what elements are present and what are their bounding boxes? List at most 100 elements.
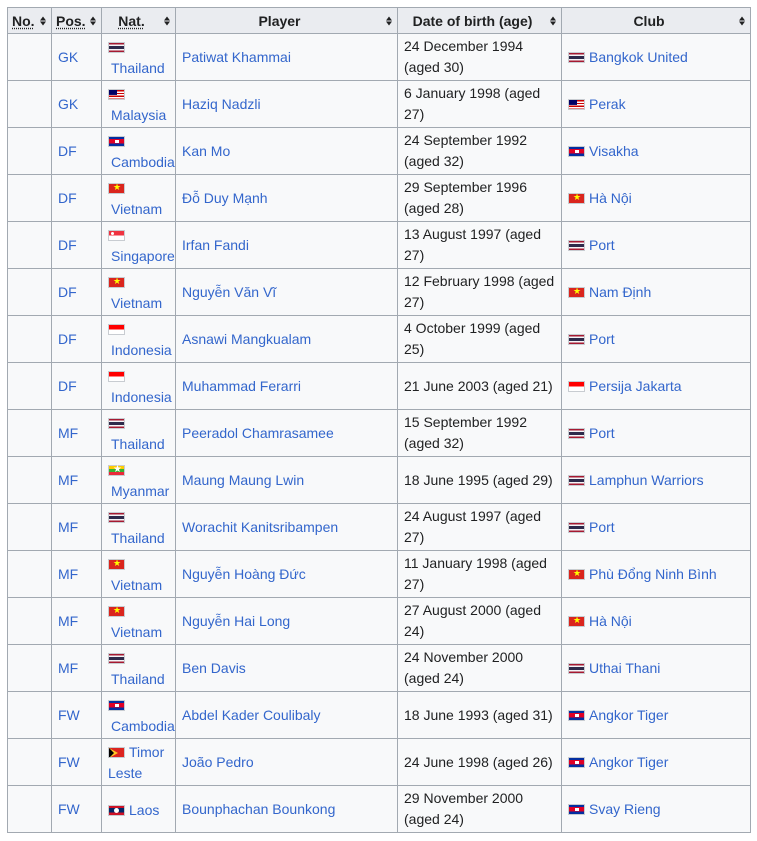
club-link[interactable]: Persija Jakarta [589,378,682,394]
col-header-player[interactable]: Player [175,7,398,34]
nationality-link[interactable]: Indonesia [111,389,172,405]
player-link[interactable]: Nguyễn Văn Vĩ [182,284,276,300]
position-cell[interactable]: MF [51,550,102,598]
player-link[interactable]: Đỗ Duy Mạnh [182,190,268,206]
indonesia-flag-icon[interactable] [108,371,125,382]
club-link[interactable]: Phù Đổng Ninh Bình [589,566,717,582]
player-link[interactable]: Worachit Kanitsribampen [182,519,338,535]
nationality-link[interactable]: Malaysia [111,107,166,123]
indonesia-flag-icon[interactable] [568,380,585,392]
player-link[interactable]: Bounphachan Bounkong [182,801,335,817]
position-cell[interactable]: DF [51,315,102,363]
nationality-link[interactable]: Singapore [111,248,175,264]
position-link[interactable]: DF [58,190,77,206]
position-link[interactable]: MF [58,566,78,582]
thailand-flag-icon[interactable] [568,521,585,533]
cambodia-flag-icon[interactable] [568,803,585,815]
myanmar-flag-icon[interactable] [108,462,125,478]
position-link[interactable]: FW [58,754,80,770]
club-link[interactable]: Perak [589,96,626,112]
vietnam-flag-icon[interactable] [108,556,125,570]
player-link[interactable]: Maung Maung Lwin [182,472,304,488]
player-link[interactable]: Nguyễn Hoàng Đức [182,566,306,582]
position-cell[interactable]: FW [51,785,102,833]
position-link[interactable]: MF [58,472,78,488]
position-cell[interactable]: GK [51,33,102,81]
vietnam-flag-icon[interactable] [108,274,125,288]
nationality-link[interactable]: Vietnam [111,201,162,217]
vietnam-flag-icon[interactable] [568,566,585,580]
position-cell[interactable]: FW [51,691,102,739]
club-link[interactable]: Hà Nội [589,190,632,206]
position-cell[interactable]: MF [51,409,102,457]
position-cell[interactable]: DF [51,221,102,269]
timor-flag-icon[interactable] [108,747,125,758]
position-link[interactable]: DF [58,331,77,347]
nationality-link[interactable]: Vietnam [111,624,162,640]
col-header-nat[interactable]: Nat. [101,7,176,34]
nationality-link[interactable]: Myanmar [111,483,169,499]
club-link[interactable]: Nam Định [589,284,651,300]
position-link[interactable]: DF [58,237,77,253]
club-link[interactable]: Bangkok United [589,49,688,65]
nationality-link[interactable]: Vietnam [111,295,162,311]
thailand-flag-icon[interactable] [568,474,585,486]
laos-flag-icon[interactable] [108,804,125,816]
club-link[interactable]: Port [589,237,615,253]
thailand-flag-icon[interactable] [108,418,125,429]
nationality-link[interactable]: Thailand [111,436,165,452]
malaysia-flag-icon[interactable] [108,89,125,100]
position-link[interactable]: MF [58,519,78,535]
position-cell[interactable]: MF [51,597,102,645]
player-link[interactable]: Peeradol Chamrasamee [182,425,334,441]
col-header-dob[interactable]: Date of birth (age) [397,7,562,34]
club-link[interactable]: Lamphun Warriors [589,472,704,488]
position-link[interactable]: DF [58,143,77,159]
player-link[interactable]: Abdel Kader Coulibaly [182,707,321,723]
position-link[interactable]: GK [58,96,78,112]
vietnam-flag-icon[interactable] [568,613,585,627]
thailand-flag-icon[interactable] [568,662,585,674]
club-link[interactable]: Angkor Tiger [589,707,668,723]
position-cell[interactable]: GK [51,80,102,128]
vietnam-flag-icon[interactable] [568,284,585,298]
cambodia-flag-icon[interactable] [568,756,585,768]
thailand-flag-icon[interactable] [568,427,585,439]
club-link[interactable]: Uthai Thani [589,660,660,676]
club-link[interactable]: Port [589,331,615,347]
position-link[interactable]: MF [58,425,78,441]
position-cell[interactable]: DF [51,127,102,175]
position-link[interactable]: MF [58,660,78,676]
thailand-flag-icon[interactable] [568,239,585,251]
nationality-link[interactable]: Thailand [111,530,165,546]
col-header-pos[interactable]: Pos. [51,7,102,34]
position-cell[interactable]: MF [51,456,102,504]
nationality-link[interactable]: Thailand [111,60,165,76]
player-link[interactable]: João Pedro [182,754,254,770]
thailand-flag-icon[interactable] [108,512,125,523]
sort-icon[interactable] [90,16,96,25]
player-link[interactable]: Ben Davis [182,660,246,676]
club-link[interactable]: Port [589,519,615,535]
cambodia-flag-icon[interactable] [108,700,125,711]
sort-icon[interactable] [550,16,556,25]
cambodia-flag-icon[interactable] [568,145,585,157]
club-link[interactable]: Hà Nội [589,613,632,629]
club-link[interactable]: Port [589,425,615,441]
cambodia-flag-icon[interactable] [568,709,585,721]
position-link[interactable]: DF [58,284,77,300]
thailand-flag-icon[interactable] [108,653,125,664]
sort-icon[interactable] [386,16,392,25]
club-link[interactable]: Visakha [589,143,639,159]
player-link[interactable]: Patiwat Khammai [182,49,291,65]
position-link[interactable]: FW [58,707,80,723]
nationality-link[interactable]: Vietnam [111,577,162,593]
position-link[interactable]: DF [58,378,77,394]
nationality-link[interactable]: Thailand [111,671,165,687]
thailand-flag-icon[interactable] [108,42,125,53]
player-link[interactable]: Asnawi Mangkualam [182,331,311,347]
vietnam-flag-icon[interactable] [108,603,125,617]
cambodia-flag-icon[interactable] [108,136,125,147]
position-cell[interactable]: MF [51,644,102,692]
indonesia-flag-icon[interactable] [108,324,125,335]
